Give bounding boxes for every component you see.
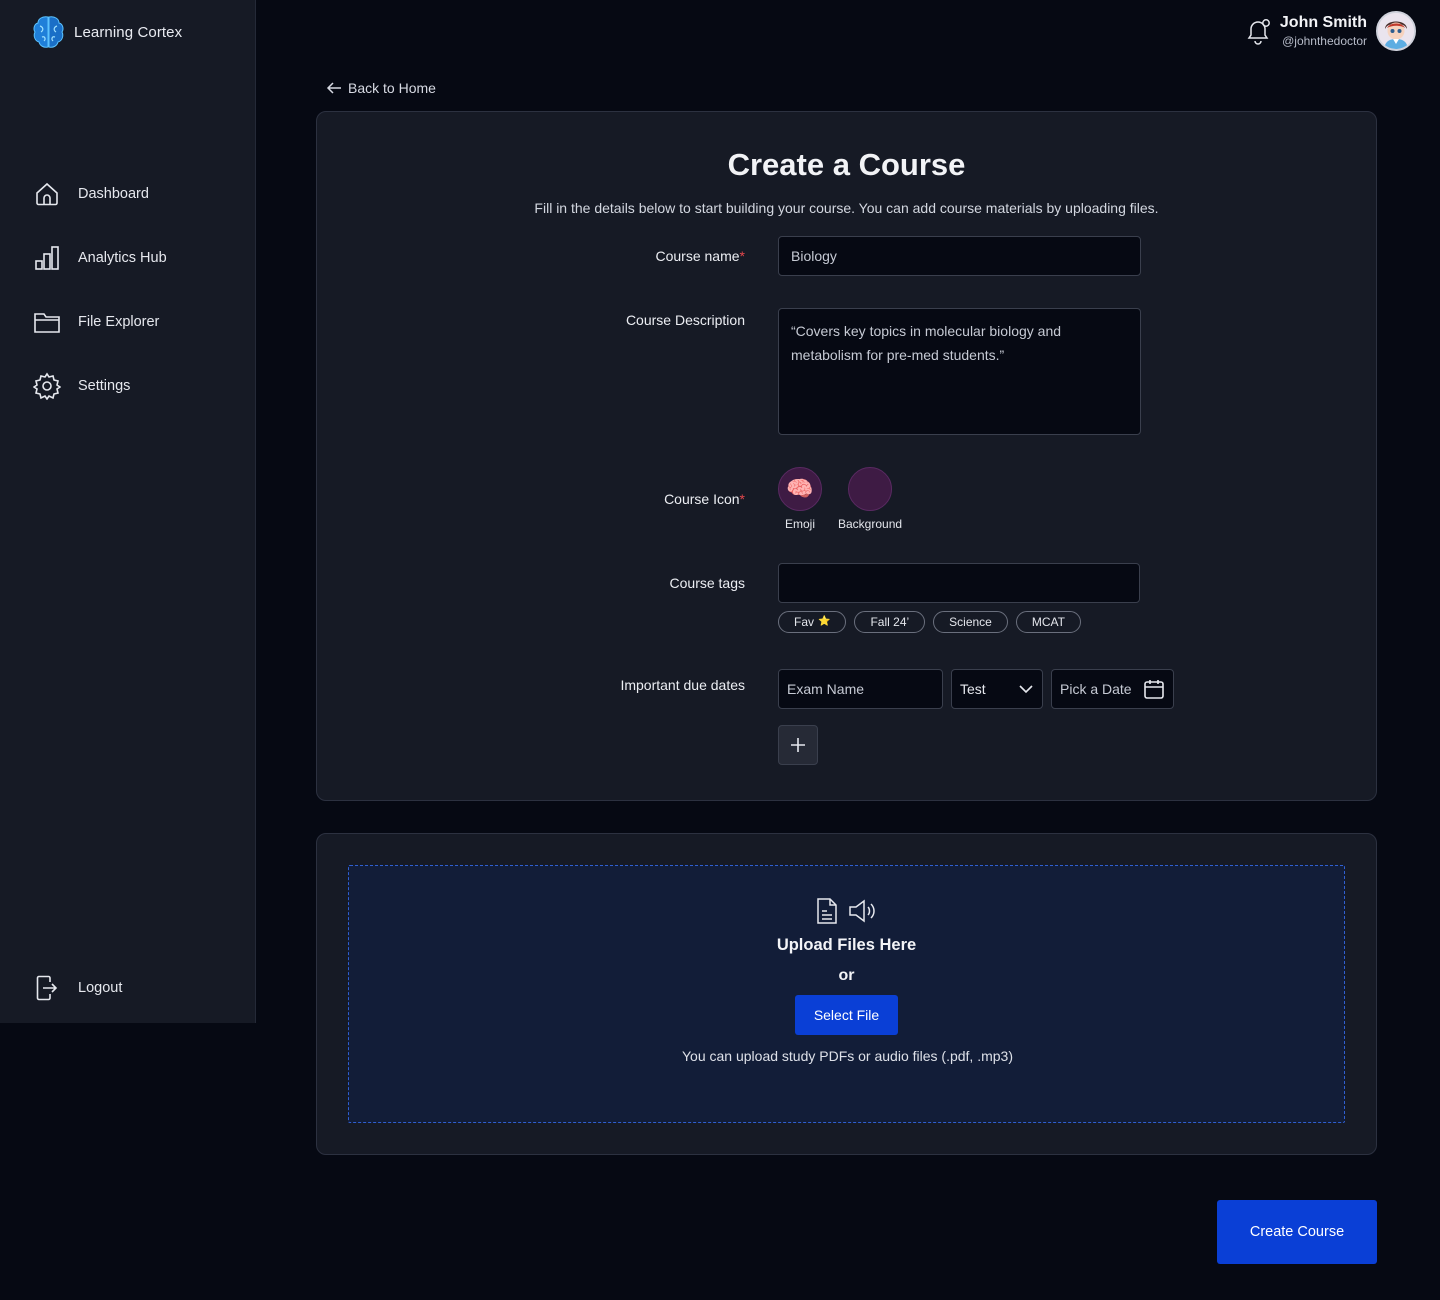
background-picker-label: Background	[838, 517, 903, 531]
logout-label: Logout	[78, 980, 123, 996]
sidebar-item-dashboard[interactable]: Dashboard	[32, 176, 167, 212]
sidebar-item-analytics-hub[interactable]: Analytics Hub	[32, 240, 167, 276]
course-tags-input[interactable]	[778, 563, 1140, 603]
brain-logo-icon	[33, 16, 64, 48]
tag-fall-24[interactable]: Fall 24’	[854, 611, 926, 633]
tag-label: Science	[949, 615, 992, 629]
upload-hint: You can upload study PDFs or audio files…	[682, 1048, 1013, 1064]
background-swatch	[848, 467, 893, 511]
arrow-left-icon	[326, 82, 341, 94]
exam-type-select[interactable]: Test	[951, 669, 1043, 709]
course-description-textarea[interactable]: “Covers key topics in molecular biology …	[778, 308, 1141, 435]
create-course-button[interactable]: Create Course	[1217, 1200, 1377, 1264]
tag-label: Fav	[794, 615, 815, 629]
tag-mcat[interactable]: MCAT	[1015, 611, 1081, 633]
sidebar-item-label: Dashboard	[78, 186, 149, 202]
document-icon	[816, 898, 837, 924]
emoji-picker[interactable]: 🧠 Emoji	[778, 467, 822, 533]
sidebar-item-label: Settings	[78, 378, 131, 394]
tag-label: Fall 24’	[870, 615, 910, 629]
required-mark: *	[739, 248, 745, 264]
add-due-date-button[interactable]	[778, 725, 818, 765]
sidebar-item-file-explorer[interactable]: File Explorer	[32, 304, 167, 340]
select-file-button[interactable]: Select File	[795, 995, 898, 1035]
sidebar-item-settings[interactable]: Settings	[32, 368, 167, 404]
course-name-input[interactable]	[778, 236, 1141, 276]
home-icon	[32, 179, 62, 209]
course-description-label: Course Description	[625, 312, 745, 328]
folder-icon	[32, 307, 62, 337]
course-form-card: Create a Course Fill in the details belo…	[316, 111, 1377, 801]
bell-icon[interactable]	[1244, 16, 1272, 46]
bar-chart-icon	[32, 243, 62, 273]
calendar-icon	[1144, 680, 1164, 699]
course-icon-label-text: Course Icon	[664, 491, 740, 507]
back-to-home-link[interactable]: Back to Home	[326, 80, 436, 96]
sidebar-item-label: Analytics Hub	[78, 250, 167, 266]
exam-name-placeholder: Exam Name	[787, 681, 865, 697]
emoji-picker-label: Emoji	[784, 517, 815, 531]
exam-type-value: Test	[960, 681, 986, 697]
tag-fav[interactable]: Fav ⭐	[778, 611, 847, 633]
sidebar-item-label: File Explorer	[78, 314, 160, 330]
logout-button[interactable]: Logout	[32, 973, 122, 1003]
user-info[interactable]: John Smith @johnthedoctor	[1280, 13, 1367, 49]
background-picker[interactable]: Background	[838, 467, 902, 533]
speaker-icon	[848, 899, 875, 923]
plus-icon	[791, 738, 805, 752]
course-icon-label: Course Icon*	[664, 491, 745, 507]
back-label: Back to Home	[348, 80, 436, 96]
sidebar-nav: Dashboard Analytics Hub File Explorer Se…	[32, 176, 167, 432]
date-picker[interactable]: Pick a Date	[1051, 669, 1174, 709]
upload-title: Upload Files Here	[776, 936, 917, 954]
tag-science[interactable]: Science	[933, 611, 1008, 633]
upload-card: Upload Files Here or Select File You can…	[316, 833, 1377, 1155]
drop-icons	[349, 897, 1344, 925]
course-name-label: Course name*	[656, 248, 746, 264]
page-title: Create a Course	[727, 147, 966, 182]
logout-icon	[32, 973, 62, 1003]
exam-name-input[interactable]: Exam Name	[778, 669, 943, 709]
due-dates-label: Important due dates	[620, 677, 745, 693]
file-drop-zone[interactable]: Upload Files Here or Select File You can…	[348, 865, 1345, 1123]
avatar[interactable]	[1376, 11, 1416, 51]
chevron-down-icon	[1019, 685, 1033, 694]
user-name: John Smith	[1279, 14, 1367, 31]
app-name: Learning Cortex	[74, 23, 183, 41]
sidebar: Learning Cortex Dashboard Analytics Hub …	[0, 0, 256, 1023]
brain-emoji-icon: 🧠	[778, 467, 822, 511]
gear-icon	[32, 371, 62, 401]
page-subtitle: Fill in the details below to start build…	[534, 200, 1159, 216]
tag-label: MCAT	[1031, 615, 1065, 629]
required-mark: *	[739, 491, 745, 507]
tag-list: Fav ⭐ Fall 24’ Science MCAT	[778, 611, 1081, 633]
star-icon: ⭐	[818, 616, 831, 627]
user-menu: John Smith @johnthedoctor	[1244, 11, 1416, 51]
course-name-label-text: Course name	[655, 248, 740, 264]
app-logo[interactable]: Learning Cortex	[32, 14, 182, 50]
course-tags-label: Course tags	[669, 575, 745, 591]
upload-or: or	[838, 967, 855, 984]
date-placeholder: Pick a Date	[1060, 681, 1132, 697]
user-handle: @johnthedoctor	[1282, 34, 1367, 48]
